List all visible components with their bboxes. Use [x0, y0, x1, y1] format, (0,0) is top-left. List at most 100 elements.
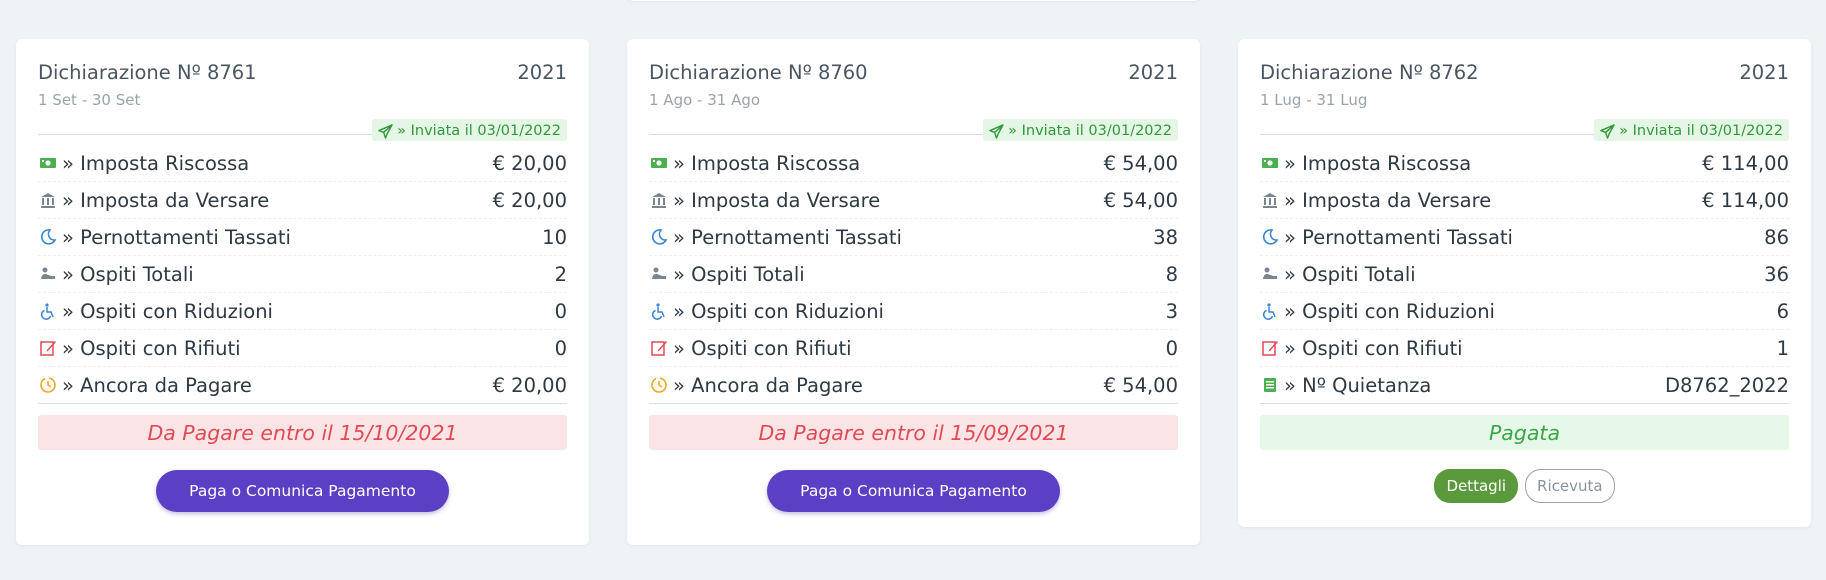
- row-value: € 54,00: [1103, 188, 1178, 212]
- row-value: € 20,00: [492, 373, 567, 397]
- bank-icon: [38, 190, 58, 210]
- moon-icon: [38, 227, 58, 247]
- payment-status: Da Pagare entro il 15/10/2021: [38, 415, 567, 450]
- details-button[interactable]: Dettagli: [1434, 469, 1519, 503]
- paper-plane-icon: [989, 123, 1004, 139]
- clock-icon: [38, 375, 58, 395]
- list-item: » Ospiti con Rifiuti 0: [38, 330, 567, 367]
- list-item: » Nº Quietanza D8762_2022: [1260, 367, 1789, 404]
- row-label: » Ospiti Totali: [1284, 262, 1416, 286]
- list-item: » Ospiti con Rifiuti 0: [649, 330, 1178, 367]
- stats-list: » Imposta Riscossa € 114,00 » Imposta da …: [1260, 135, 1789, 404]
- list-item: » Ancora da Pagare € 54,00: [649, 367, 1178, 404]
- row-value: 0: [1165, 336, 1178, 360]
- guests-icon: [1260, 264, 1280, 284]
- sent-label: » Inviata il 03/01/2022: [1008, 123, 1172, 139]
- list-item: » Ospiti con Riduzioni 0: [38, 293, 567, 330]
- card-header: Dichiarazione Nº 8761 1 Set - 30 Set 202…: [38, 61, 567, 141]
- row-value: 8: [1165, 262, 1178, 286]
- moon-icon: [649, 227, 669, 247]
- row-label: » Ospiti Totali: [62, 262, 194, 286]
- row-label: » Ospiti con Rifiuti: [1284, 336, 1463, 360]
- declaration-title: Dichiarazione Nº 8760: [649, 61, 868, 84]
- pay-button[interactable]: Paga o Comunica Pagamento: [156, 470, 449, 512]
- guests-icon: [649, 264, 669, 284]
- declaration-card: Dichiarazione Nº 8761 1 Set - 30 Set 202…: [16, 39, 589, 545]
- row-label: » Ospiti con Riduzioni: [1284, 299, 1495, 323]
- row-label: » Imposta da Versare: [673, 188, 881, 212]
- sent-label: » Inviata il 03/01/2022: [397, 123, 561, 139]
- sent-badge: » Inviata il 03/01/2022: [983, 119, 1178, 141]
- declaration-period: 1 Ago - 31 Ago: [649, 91, 761, 109]
- declaration-period: 1 Set - 30 Set: [38, 91, 141, 109]
- row-label: » Pernottamenti Tassati: [62, 225, 291, 249]
- list-item: » Imposta da Versare € 54,00: [649, 182, 1178, 219]
- receipt-button[interactable]: Ricevuta: [1525, 469, 1615, 503]
- list-item: » Ancora da Pagare € 20,00: [38, 367, 567, 404]
- row-label: » Ancora da Pagare: [673, 373, 863, 397]
- row-value: € 20,00: [492, 188, 567, 212]
- edit-icon: [649, 338, 669, 358]
- list-item: » Imposta Riscossa € 54,00: [649, 145, 1178, 182]
- card-header: Dichiarazione Nº 8760 1 Ago - 31 Ago 202…: [649, 61, 1178, 141]
- money-icon: [649, 153, 669, 173]
- stats-list: » Imposta Riscossa € 54,00 » Imposta da V…: [649, 135, 1178, 404]
- row-value: € 54,00: [1103, 373, 1178, 397]
- row-value: € 114,00: [1702, 151, 1789, 175]
- payment-status: Da Pagare entro il 15/09/2021: [649, 415, 1178, 450]
- row-label: » Nº Quietanza: [1284, 373, 1432, 397]
- row-label: » Ospiti con Riduzioni: [62, 299, 273, 323]
- declaration-year: 2021: [1128, 61, 1178, 84]
- paper-plane-icon: [1600, 123, 1615, 139]
- row-value: 0: [554, 336, 567, 360]
- list-item: » Pernottamenti Tassati 10: [38, 219, 567, 256]
- row-label: » Ospiti con Rifiuti: [673, 336, 852, 360]
- sent-badge: » Inviata il 03/01/2022: [372, 119, 567, 141]
- row-label: » Ospiti con Rifiuti: [62, 336, 241, 360]
- list-item: » Imposta da Versare € 20,00: [38, 182, 567, 219]
- guests-icon: [38, 264, 58, 284]
- row-label: » Imposta Riscossa: [673, 151, 861, 175]
- list-item: » Ospiti Totali 36: [1260, 256, 1789, 293]
- declaration-year: 2021: [1739, 61, 1789, 84]
- row-label: » Ospiti con Riduzioni: [673, 299, 884, 323]
- wheelchair-icon: [1260, 301, 1280, 321]
- bank-icon: [649, 190, 669, 210]
- row-label: » Imposta Riscossa: [62, 151, 250, 175]
- declaration-year: 2021: [517, 61, 567, 84]
- wheelchair-icon: [649, 301, 669, 321]
- declaration-title: Dichiarazione Nº 8762: [1260, 61, 1479, 84]
- receipt-icon: [1260, 375, 1280, 395]
- list-item: » Ospiti con Riduzioni 6: [1260, 293, 1789, 330]
- row-value: 2: [554, 262, 567, 286]
- declaration-card: Dichiarazione Nº 8760 1 Ago - 31 Ago 202…: [627, 39, 1200, 545]
- row-label: » Ospiti Totali: [673, 262, 805, 286]
- row-label: » Imposta da Versare: [1284, 188, 1492, 212]
- declaration-period: 1 Lug - 31 Lug: [1260, 91, 1368, 109]
- row-label: » Pernottamenti Tassati: [673, 225, 902, 249]
- list-item: » Ospiti Totali 2: [38, 256, 567, 293]
- row-value: € 54,00: [1103, 151, 1178, 175]
- row-label: » Pernottamenti Tassati: [1284, 225, 1513, 249]
- list-item: » Imposta da Versare € 114,00: [1260, 182, 1789, 219]
- row-value: D8762_2022: [1664, 373, 1789, 397]
- pay-button[interactable]: Paga o Comunica Pagamento: [767, 470, 1060, 512]
- row-value: 36: [1764, 262, 1789, 286]
- list-item: » Ospiti Totali 8: [649, 256, 1178, 293]
- money-icon: [1260, 153, 1280, 173]
- row-value: 1: [1776, 336, 1789, 360]
- row-value: 86: [1764, 225, 1789, 249]
- sent-badge: » Inviata il 03/01/2022: [1594, 119, 1789, 141]
- list-item: » Pernottamenti Tassati 86: [1260, 219, 1789, 256]
- paper-plane-icon: [378, 123, 393, 139]
- row-value: 3: [1165, 299, 1178, 323]
- row-value: 0: [554, 299, 567, 323]
- row-value: 10: [542, 225, 567, 249]
- row-value: 38: [1153, 225, 1178, 249]
- list-item: » Imposta Riscossa € 20,00: [38, 145, 567, 182]
- list-item: » Imposta Riscossa € 114,00: [1260, 145, 1789, 182]
- declaration-title: Dichiarazione Nº 8761: [38, 61, 257, 84]
- row-label: » Imposta Riscossa: [1284, 151, 1472, 175]
- clock-icon: [649, 375, 669, 395]
- list-item: » Ospiti con Rifiuti 1: [1260, 330, 1789, 367]
